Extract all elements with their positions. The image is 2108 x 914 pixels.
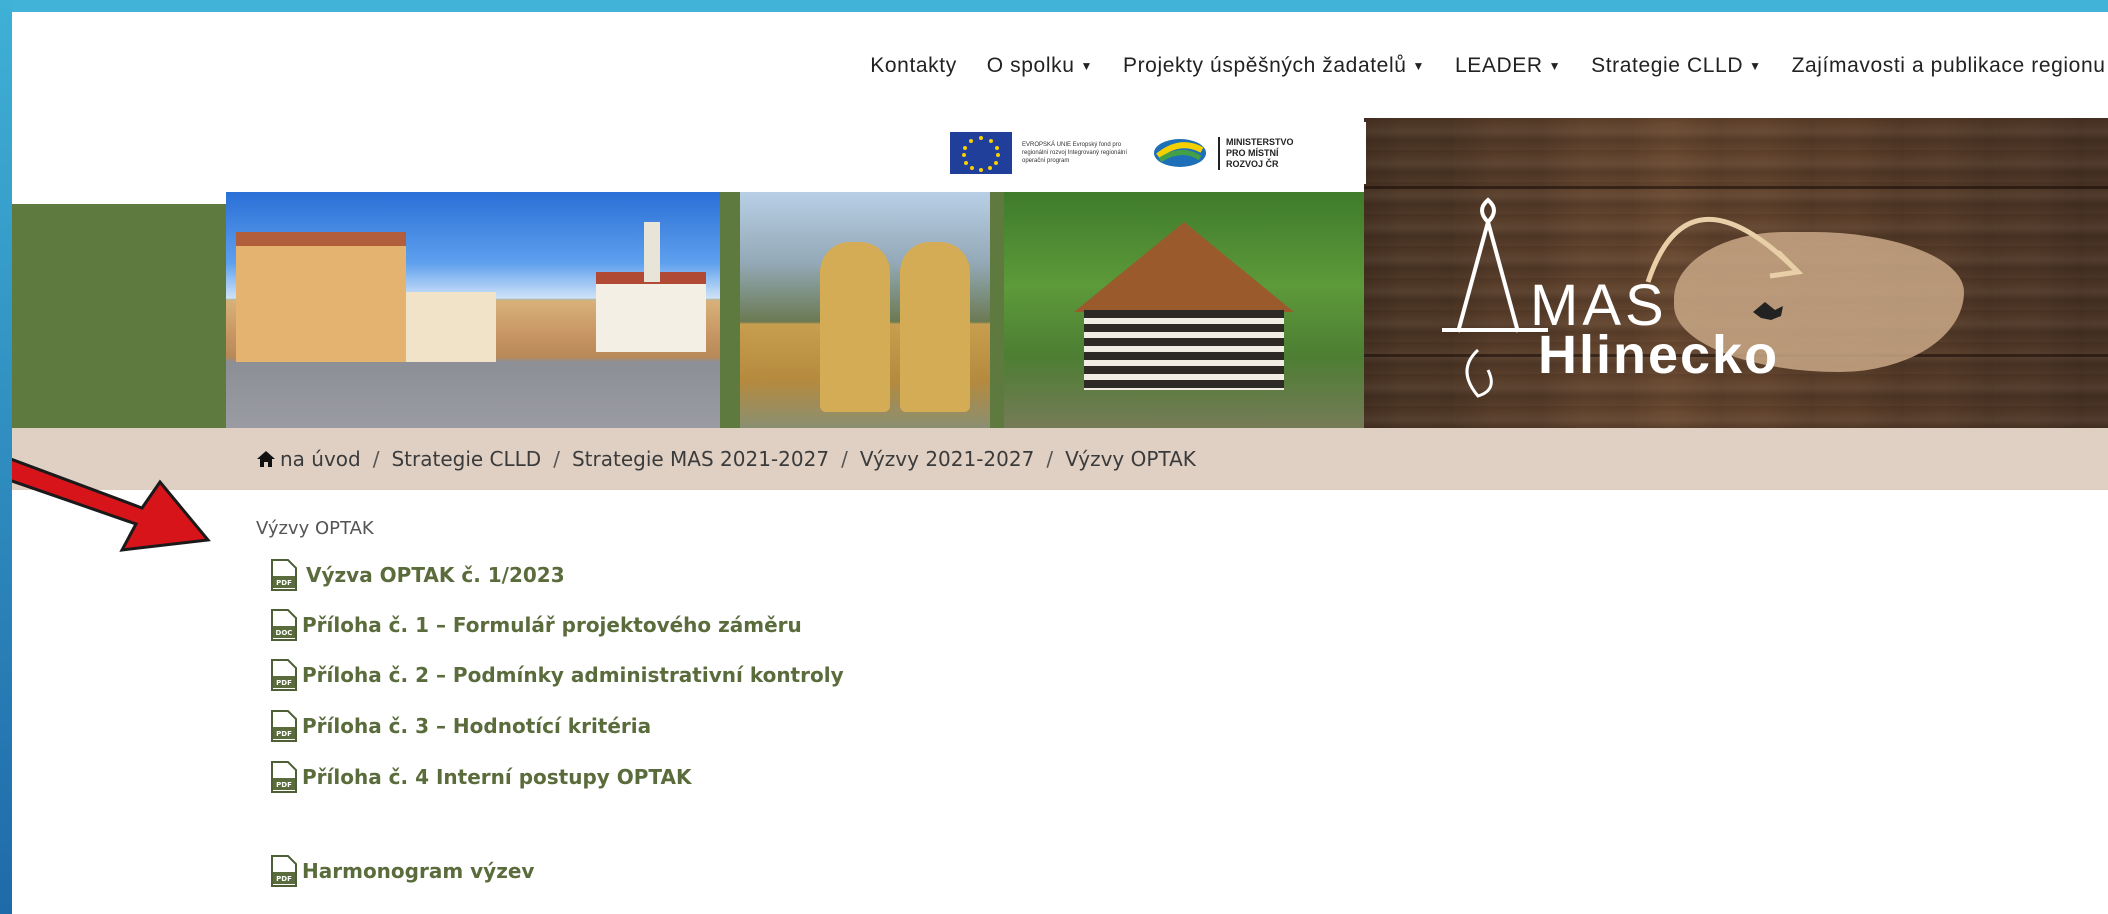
breadcrumb-home[interactable]: na úvod bbox=[280, 447, 361, 471]
nav-item-label: Kontakty bbox=[870, 54, 957, 77]
slide-frame-top bbox=[0, 0, 2108, 12]
caret-down-icon: ▼ bbox=[1749, 59, 1762, 73]
nav-item-label: Projekty úspěšných žadatelů bbox=[1122, 54, 1407, 77]
main-content: Výzvy OPTAK PDF Výzva OPTAK č. 1/2023 DO… bbox=[256, 504, 1256, 887]
document-link-priloha-2[interactable]: PDF Příloha č. 2 – Podmínky administrati… bbox=[270, 658, 844, 692]
document-link-priloha-4[interactable]: PDF Příloha č. 4 Interní postupy OPTAK bbox=[270, 760, 692, 794]
caret-down-icon: ▼ bbox=[1080, 59, 1093, 73]
mmr-logo-icon bbox=[1154, 139, 1206, 167]
breadcrumb-current: Výzvy OPTAK bbox=[1065, 447, 1196, 471]
svg-text:PDF: PDF bbox=[276, 579, 292, 587]
caret-down-icon: ▼ bbox=[1412, 59, 1425, 73]
breadcrumb-strategie-clld[interactable]: Strategie CLLD bbox=[391, 447, 541, 471]
nav-item-o-spolku[interactable]: O spolku ▼ bbox=[987, 54, 1093, 78]
breadcrumb-separator: / bbox=[841, 447, 848, 471]
nav-item-zajimavosti[interactable]: Zajímavosti a publikace regionu▼ bbox=[1792, 54, 2108, 78]
document-link-label: Harmonogram výzev bbox=[302, 859, 535, 883]
mmr-logo-text: MINISTERSTVO PRO MÍSTNÍ ROZVOJ ČR bbox=[1218, 136, 1314, 170]
home-icon[interactable] bbox=[256, 450, 276, 468]
breadcrumb-separator: / bbox=[1046, 447, 1054, 471]
caret-down-icon: ▼ bbox=[1548, 59, 1562, 73]
svg-text:PDF: PDF bbox=[276, 875, 292, 883]
pdf-file-icon: PDF bbox=[271, 559, 297, 591]
document-link-label: Příloha č. 1 – Formulář projektového zám… bbox=[302, 613, 802, 637]
web-page: Kontakty O spolku ▼ Projekty úspěšných ža… bbox=[12, 12, 2108, 914]
svg-text:PDF: PDF bbox=[276, 730, 292, 738]
pdf-file-icon: PDF bbox=[271, 659, 297, 691]
document-link-harmonogram[interactable]: PDF Harmonogram výzev bbox=[270, 854, 534, 888]
svg-text:DOC: DOC bbox=[276, 629, 293, 637]
nav-item-leader[interactable]: LEADER ▼ bbox=[1455, 54, 1561, 78]
document-link-label: Příloha č. 2 – Podmínky administrativní … bbox=[302, 663, 844, 687]
page-title: Výzvy OPTAK bbox=[256, 518, 374, 539]
svg-text:PDF: PDF bbox=[276, 679, 292, 687]
logo-hlinecko-text: Hlinecko bbox=[1538, 325, 1780, 385]
nav-item-strategie-clld[interactable]: Strategie CLLD ▼ bbox=[1591, 54, 1761, 78]
document-link-vyzva[interactable]: PDF Výzva OPTAK č. 1/2023 bbox=[270, 558, 565, 592]
breadcrumb-vyzvy-2021-2027[interactable]: Výzvy 2021-2027 bbox=[860, 447, 1035, 471]
nav-item-label: LEADER bbox=[1454, 54, 1543, 77]
pdf-file-icon: PDF bbox=[271, 761, 297, 793]
slide-frame-left bbox=[0, 0, 12, 914]
mas-hlinecko-logo[interactable]: MAS Hlinecko bbox=[1418, 182, 1818, 402]
document-link-priloha-1[interactable]: DOC Příloha č. 1 – Formulář projektového… bbox=[270, 608, 802, 642]
breadcrumb-separator: / bbox=[372, 447, 380, 471]
nav-item-label: Zajímavosti a publikace regionu bbox=[1791, 54, 2106, 77]
nav-item-label: Strategie CLLD bbox=[1591, 54, 1744, 77]
funding-logos: EVROPSKÁ UNIE Evropský fond pro regionál… bbox=[946, 122, 1366, 184]
nav-item-label: O spolku bbox=[986, 54, 1075, 77]
town-square-photo bbox=[226, 192, 720, 428]
pdf-file-icon: PDF bbox=[271, 855, 297, 887]
timber-cottage-photo bbox=[1004, 192, 1364, 428]
breadcrumb: na úvod / Strategie CLLD / Strategie MAS… bbox=[12, 428, 2108, 490]
nav-item-projekty[interactable]: Projekty úspěšných žadatelů ▼ bbox=[1123, 54, 1425, 78]
eu-logo-text: EVROPSKÁ UNIE Evropský fond pro regionál… bbox=[1022, 142, 1128, 164]
breadcrumb-separator: / bbox=[553, 447, 560, 471]
document-link-label: Příloha č. 4 Interní postupy OPTAK bbox=[302, 765, 692, 789]
document-link-label: Výzva OPTAK č. 1/2023 bbox=[306, 563, 565, 587]
document-link-label: Příloha č. 3 – Hodnotící kritéria bbox=[302, 714, 652, 738]
folk-costume-photo bbox=[740, 192, 990, 428]
breadcrumb-strategie-mas[interactable]: Strategie MAS 2021-2027 bbox=[572, 447, 829, 471]
red-arrow-annotation bbox=[12, 457, 211, 552]
nav-item-kontakty[interactable]: Kontakty bbox=[870, 54, 957, 78]
svg-text:PDF: PDF bbox=[276, 781, 292, 789]
eu-flag-icon bbox=[950, 132, 1012, 174]
pdf-file-icon: PDF bbox=[271, 710, 297, 742]
top-navigation: Kontakty O spolku ▼ Projekty úspěšných ža… bbox=[12, 46, 2108, 86]
doc-file-icon: DOC bbox=[271, 609, 297, 641]
document-link-priloha-3[interactable]: PDF Příloha č. 3 – Hodnotící kritéria bbox=[270, 709, 651, 743]
